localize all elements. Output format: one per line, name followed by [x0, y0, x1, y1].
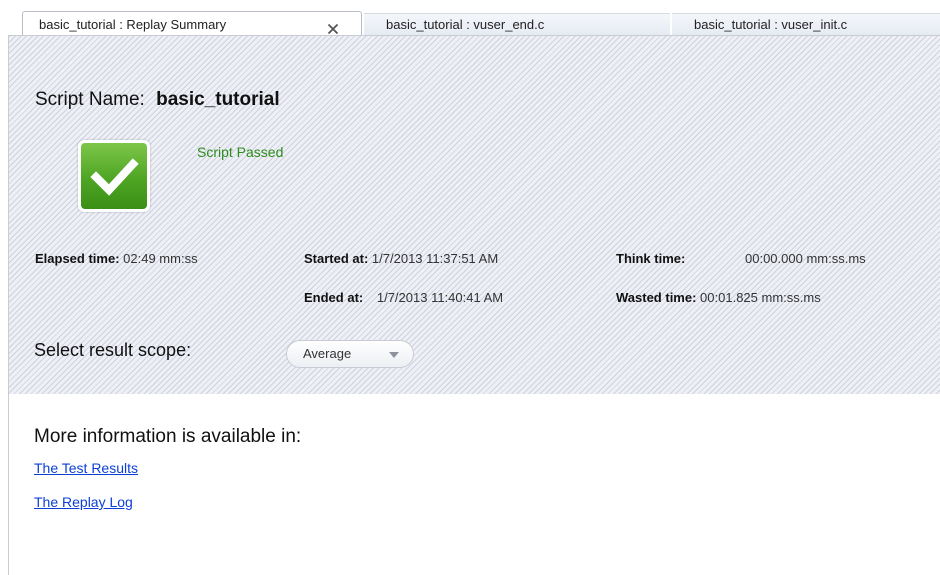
tab-label: basic_tutorial : vuser_init.c	[694, 17, 848, 32]
think-time-value: 00:00.000 mm:ss.ms	[745, 251, 866, 266]
elapsed-time-value: 02:49 mm:ss	[123, 251, 198, 266]
ended-at-label: Ended at:	[304, 290, 364, 305]
script-name-heading: Script Name: basic_tutorial	[35, 89, 280, 111]
ended-at: Ended at: 1/7/2013 11:40:41 AM	[304, 290, 503, 305]
tab-strip: basic_tutorial : Replay Summary basic_tu…	[0, 0, 940, 36]
tab-vuser-end[interactable]: basic_tutorial : vuser_end.c	[364, 13, 670, 35]
close-icon[interactable]	[327, 18, 339, 35]
started-at-label: Started at:	[304, 251, 369, 266]
wasted-time: Wasted time: 00:01.825 mm:ss.ms	[616, 290, 821, 305]
tab-label: basic_tutorial : Replay Summary	[39, 17, 227, 32]
more-info-heading: More information is available in:	[34, 426, 302, 447]
scope-label: Select result scope:	[34, 340, 192, 360]
think-time: Think time:	[616, 251, 685, 266]
tab-vuser-init[interactable]: basic_tutorial : vuser_init.c	[672, 13, 940, 35]
tab-label: basic_tutorial : vuser_end.c	[386, 17, 545, 32]
think-time-value-wrap: 00:00.000 mm:ss.ms	[745, 251, 866, 266]
status-text: Script Passed	[197, 144, 284, 160]
ended-at-value: 1/7/2013 11:40:41 AM	[376, 290, 504, 305]
scope-selected-value: Average	[303, 346, 352, 361]
check-icon	[90, 158, 139, 196]
replay-summary-window: basic_tutorial : Replay Summary basic_tu…	[0, 0, 940, 575]
result-scope-dropdown[interactable]: Average	[286, 340, 414, 368]
wasted-time-value: 00:01.825 mm:ss.ms	[700, 290, 821, 305]
chevron-down-icon	[389, 352, 399, 358]
passed-status-icon	[78, 140, 150, 212]
tab-replay-summary[interactable]: basic_tutorial : Replay Summary	[22, 11, 362, 36]
started-at-value: 1/7/2013 11:37:51 AM	[371, 251, 499, 266]
script-name-value: basic_tutorial	[156, 89, 280, 110]
elapsed-time-label: Elapsed time:	[35, 251, 120, 266]
test-results-link[interactable]: The Test Results	[34, 460, 138, 476]
script-name-label: Script Name:	[35, 89, 145, 110]
replay-log-link[interactable]: The Replay Log	[34, 494, 133, 510]
wasted-time-label: Wasted time:	[616, 290, 697, 305]
think-time-label: Think time:	[616, 251, 686, 266]
elapsed-time: Elapsed time: 02:49 mm:ss	[35, 251, 198, 266]
started-at: Started at: 1/7/2013 11:37:51 AM	[304, 251, 498, 266]
